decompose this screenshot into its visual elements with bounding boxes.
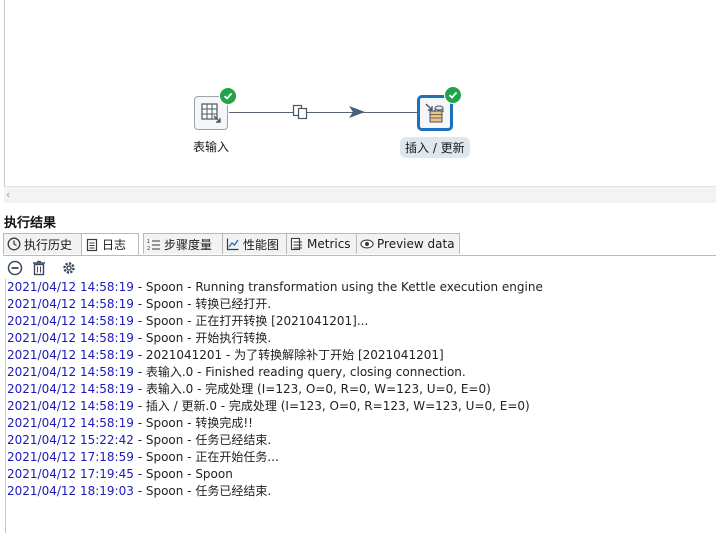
canvas-horizontal-scrollbar[interactable]: ‹	[4, 186, 716, 203]
log-line: 2021/04/12 14:58:19 - Spoon - 转换完成!!	[6, 415, 716, 432]
tab-label: Preview data	[377, 237, 455, 251]
scroll-left-icon[interactable]: ‹	[6, 188, 10, 201]
success-check-icon	[219, 87, 237, 105]
log-timestamp: 2021/04/12 17:19:45	[7, 467, 134, 481]
hop-arrow-icon	[349, 105, 365, 119]
log-message: - 表输入.0 - 完成处理 (I=123, O=0, R=0, W=123, …	[133, 382, 491, 396]
transformation-canvas[interactable]: 表输入 插入 / 更新	[4, 0, 716, 186]
copy-rows-icon	[292, 104, 308, 120]
log-timestamp: 2021/04/12 14:58:19	[7, 280, 134, 294]
tab-metrics[interactable]: Metrics	[286, 233, 360, 254]
svg-text:2: 2	[147, 246, 150, 251]
results-panel-title: 执行结果	[4, 216, 57, 231]
log-timestamp: 2021/04/12 14:58:19	[7, 416, 134, 430]
log-line: 2021/04/12 17:18:59 - Spoon - 正在开始任务...	[6, 449, 716, 466]
tab-step-metrics[interactable]: 12 步骤度量	[143, 233, 225, 254]
log-timestamp: 2021/04/12 18:19:03	[7, 484, 134, 498]
delete-icon[interactable]	[31, 260, 47, 276]
log-line: 2021/04/12 14:58:19 - 表输入.0 - 完成处理 (I=12…	[6, 381, 716, 398]
log-timestamp: 2021/04/12 14:58:19	[7, 365, 134, 379]
log-line: 2021/04/12 17:19:45 - Spoon - Spoon	[6, 466, 716, 483]
tab-log[interactable]: 日志	[81, 233, 139, 255]
log-message: - Spoon - Running transformation using t…	[133, 280, 543, 294]
tab-execution-history[interactable]: 执行历史	[3, 233, 83, 254]
log-message: - Spoon - 正在开始任务...	[133, 450, 279, 464]
log-message: - Spoon - 任务已经结束.	[133, 433, 272, 447]
settings-gear-icon[interactable]	[61, 260, 77, 276]
tab-performance-chart[interactable]: 性能图	[222, 233, 289, 254]
log-message: - 表输入.0 - Finished reading query, closin…	[133, 365, 466, 379]
insert-update-icon[interactable]	[416, 86, 462, 131]
log-line: 2021/04/12 14:58:19 - Spoon - 开始执行转换.	[6, 330, 716, 347]
log-line: 2021/04/12 14:58:19 - 插入 / 更新.0 - 完成处理 (…	[6, 398, 716, 415]
log-timestamp: 2021/04/12 14:58:19	[7, 399, 134, 413]
tab-label: 性能图	[243, 237, 280, 252]
metrics-icon	[290, 237, 304, 251]
log-message: - Spoon - 开始执行转换.	[133, 331, 272, 345]
log-message: - 插入 / 更新.0 - 完成处理 (I=123, O=0, R=123, W…	[133, 399, 530, 413]
hop-line[interactable]	[229, 112, 419, 113]
log-line: 2021/04/12 18:19:03 - Spoon - 任务已经结束.	[6, 483, 716, 500]
step-label: 插入 / 更新	[400, 137, 470, 158]
step-table-input[interactable]: 表输入	[188, 87, 237, 157]
tab-label: Metrics	[307, 237, 351, 251]
log-line: 2021/04/12 14:58:19 - 表输入.0 - Finished r…	[6, 364, 716, 381]
results-tab-bar: 执行历史 日志 12 步骤度量 性能图 Metrics Preview data	[3, 233, 716, 256]
clear-log-icon[interactable]	[7, 260, 23, 276]
log-line: 2021/04/12 14:58:19 - Spoon - 正在打开转换 [20…	[6, 313, 716, 330]
log-message: - Spoon - 任务已经结束.	[133, 484, 272, 498]
log-timestamp: 2021/04/12 15:22:42	[7, 433, 134, 447]
log-icon	[85, 238, 99, 252]
tab-label: 日志	[102, 238, 127, 252]
log-timestamp: 2021/04/12 14:58:19	[7, 382, 134, 396]
tab-preview-data[interactable]: Preview data	[356, 233, 460, 254]
log-timestamp: 2021/04/12 14:58:19	[7, 331, 134, 345]
log-message: - 2021041201 - 为了转换解除补丁开始 [2021041201]	[133, 348, 444, 362]
log-message: - Spoon - 正在打开转换 [2021041201]...	[133, 314, 369, 328]
log-line: 2021/04/12 14:58:19 - Spoon - Running tr…	[6, 279, 716, 296]
log-message: - Spoon - 转换已经打开.	[133, 297, 272, 311]
log-toolbar	[7, 258, 77, 278]
history-icon	[7, 237, 21, 251]
log-message: - Spoon - 转换完成!!	[133, 416, 253, 430]
log-output[interactable]: 2021/04/12 14:58:19 - Spoon - Running tr…	[5, 279, 716, 533]
svg-text:1: 1	[147, 239, 150, 245]
log-timestamp: 2021/04/12 17:18:59	[7, 450, 134, 464]
tab-label: 执行历史	[24, 237, 73, 252]
log-timestamp: 2021/04/12 14:58:19	[7, 314, 134, 328]
tab-label: 步骤度量	[164, 237, 213, 252]
log-timestamp: 2021/04/12 14:58:19	[7, 297, 134, 311]
log-timestamp: 2021/04/12 14:58:19	[7, 348, 134, 362]
step-insert-update[interactable]: 插入 / 更新	[400, 86, 470, 158]
preview-eye-icon	[360, 237, 374, 251]
log-line: 2021/04/12 14:58:19 - Spoon - 转换已经打开.	[6, 296, 716, 313]
log-message: - Spoon - Spoon	[133, 467, 233, 481]
table-input-icon[interactable]	[194, 87, 237, 130]
log-line: 2021/04/12 15:22:42 - Spoon - 任务已经结束.	[6, 432, 716, 449]
step-metrics-icon: 12	[147, 237, 161, 251]
success-check-icon	[443, 86, 462, 104]
log-line: 2021/04/12 14:58:19 - 2021041201 - 为了转换解…	[6, 347, 716, 364]
step-label: 表输入	[193, 140, 230, 154]
performance-chart-icon	[226, 237, 240, 251]
